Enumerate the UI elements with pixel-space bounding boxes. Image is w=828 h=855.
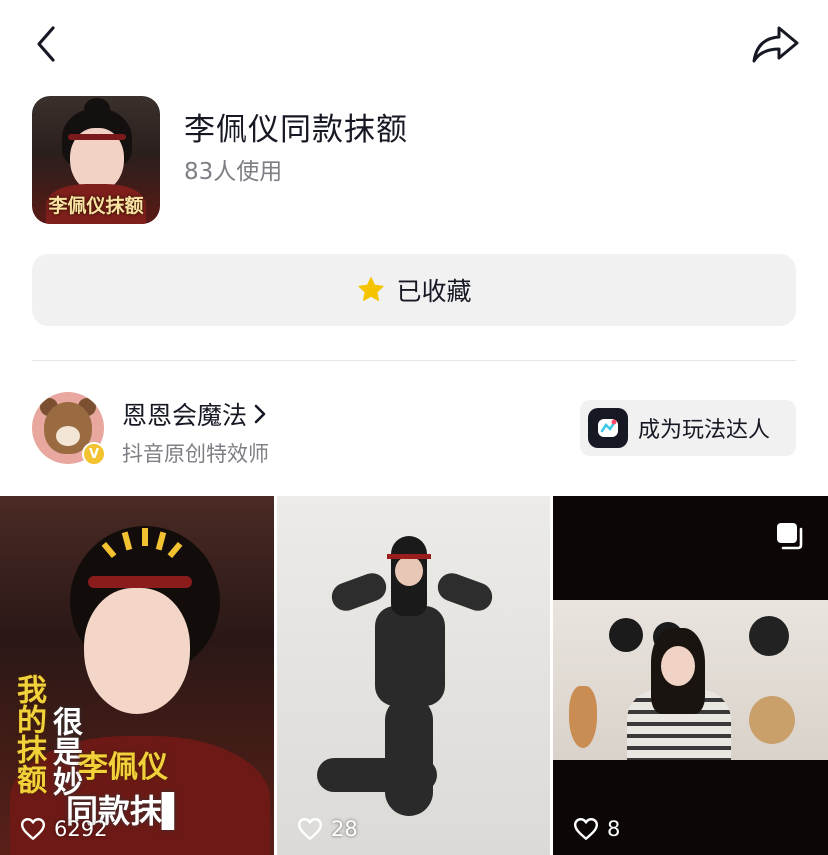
verified-badge-icon: V: [82, 442, 106, 466]
like-count-value: 8: [607, 817, 621, 841]
multi-image-icon: [777, 523, 803, 550]
creator-name: 恩恩会魔法: [122, 401, 248, 430]
like-count: 8: [573, 817, 620, 841]
like-count: 28: [297, 817, 358, 841]
heart-icon: [297, 818, 323, 840]
video-tile[interactable]: 8: [553, 496, 828, 855]
back-button[interactable]: [26, 22, 66, 66]
like-count-value: 6292: [54, 817, 108, 841]
become-creator-label: 成为玩法达人: [638, 418, 771, 443]
effect-usage-count: 83人使用: [184, 159, 283, 185]
creator-row: V 恩恩会魔法 抖音原创特效师 成为玩法达人: [32, 392, 796, 468]
heart-icon: [573, 818, 599, 840]
video-overlay-text: 李佩仪: [78, 750, 168, 785]
effect-header: 李佩仪抹额 李佩仪同款抹额 83人使用: [32, 96, 796, 224]
heart-icon: [20, 818, 46, 840]
effect-title: 李佩仪同款抹额: [184, 112, 408, 148]
favorite-label: 已收藏: [396, 277, 472, 306]
effect-thumbnail-label: 李佩仪抹额: [48, 195, 144, 217]
become-creator-button[interactable]: 成为玩法达人: [580, 400, 796, 456]
divider: [32, 360, 796, 361]
video-tile[interactable]: 28: [277, 496, 550, 855]
star-icon: [358, 277, 384, 301]
share-arrow-icon: [752, 26, 799, 63]
chevron-right-icon: [254, 404, 266, 424]
creator-role: 抖音原创特效师: [122, 442, 269, 466]
effect-thumbnail[interactable]: 李佩仪抹额: [32, 96, 160, 224]
like-count-value: 28: [331, 817, 358, 841]
share-button[interactable]: [750, 22, 802, 66]
video-grid: 我的抹额 很是妙 李佩仪 同款抹▌ 6292 28 8: [0, 496, 828, 855]
chevron-left-icon: [37, 26, 55, 62]
sparkle-icon: [101, 528, 183, 559]
video-tile[interactable]: 我的抹额 很是妙 李佩仪 同款抹▌ 6292: [0, 496, 274, 855]
favorite-button[interactable]: 已收藏: [32, 254, 796, 326]
hand-point-icon: [588, 408, 628, 448]
creator-name-link[interactable]: 恩恩会魔法: [122, 396, 267, 432]
like-count: 6292: [20, 817, 107, 841]
